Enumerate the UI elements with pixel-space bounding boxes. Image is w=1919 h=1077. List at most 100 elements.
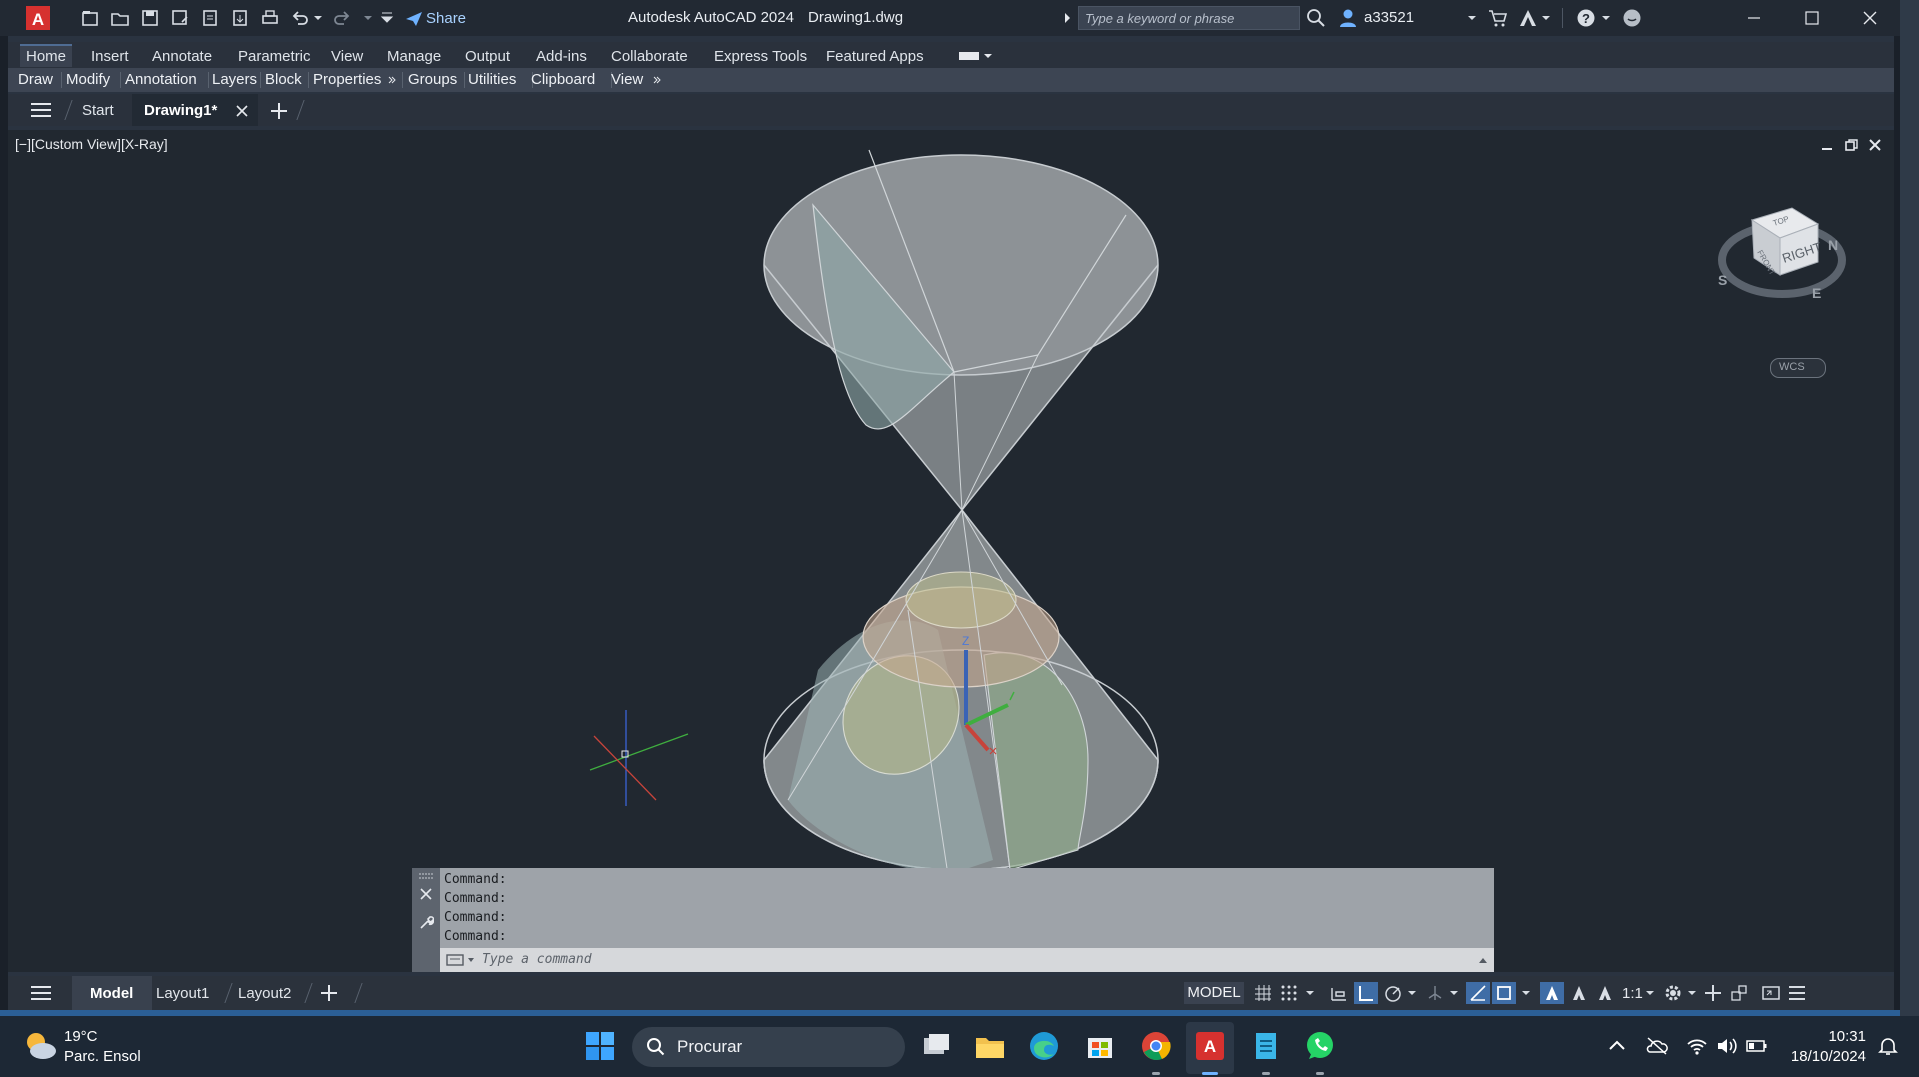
save-as-icon[interactable] (170, 8, 190, 28)
volume-icon[interactable] (1716, 1036, 1738, 1056)
undo-icon[interactable] (290, 8, 310, 28)
start-tab[interactable]: Start (82, 102, 114, 119)
user-icon[interactable] (1338, 8, 1358, 28)
autocad-app-menu-button[interactable]: A (24, 4, 54, 32)
notifications-bell-icon[interactable] (1878, 1036, 1898, 1056)
account-dropdown-icon[interactable] (1540, 8, 1552, 28)
polar-tracking-icon[interactable] (1384, 984, 1402, 1002)
wifi-icon[interactable] (1686, 1036, 1708, 1056)
panel-annotation[interactable]: Annotation (125, 71, 197, 88)
plot-icon[interactable] (260, 8, 280, 28)
minimize-window-icon[interactable] (1744, 8, 1764, 28)
taskbar-clock-time[interactable]: 10:31 (1810, 1028, 1866, 1045)
save-icon[interactable] (140, 8, 160, 28)
close-command-line-icon[interactable] (420, 888, 432, 900)
chrome-icon[interactable] (1140, 1030, 1172, 1062)
open-folder-icon[interactable] (110, 8, 130, 28)
panel-view[interactable]: View (611, 71, 643, 88)
tab-featured-apps[interactable]: Featured Apps (820, 46, 930, 67)
workspace-gear-icon[interactable] (1664, 984, 1682, 1002)
command-history-toggle-icon[interactable] (1478, 956, 1488, 964)
workspace-dropdown-icon[interactable] (1686, 984, 1698, 1002)
tab-manage[interactable]: Manage (381, 46, 447, 67)
panel-utilities[interactable]: Utilities (468, 71, 516, 88)
customize-wrench-icon[interactable] (418, 914, 434, 930)
windows-start-icon[interactable] (584, 1030, 616, 1062)
layout1-tab[interactable]: Layout1 (156, 985, 209, 1002)
panel-draw[interactable]: Draw (18, 71, 53, 88)
undo-dropdown-icon[interactable] (312, 8, 324, 28)
show-hidden-icons-chevron-icon[interactable] (1608, 1038, 1626, 1052)
tab-view[interactable]: View (325, 46, 369, 67)
viewport-close-icon[interactable] (1868, 138, 1882, 152)
grid-display-icon[interactable] (1254, 984, 1272, 1002)
tab-add-ins[interactable]: Add-ins (530, 46, 593, 67)
annotation-scale-value[interactable]: 1:1 (1622, 985, 1643, 1002)
panel-layers[interactable]: Layers (212, 71, 257, 88)
recent-commands-icon[interactable] (446, 953, 476, 967)
expand-search-icon[interactable] (1062, 8, 1072, 28)
tab-annotate[interactable]: Annotate (146, 46, 218, 67)
isodraft-icon[interactable] (1426, 984, 1444, 1002)
panel-expand-icon[interactable] (388, 76, 396, 86)
viewcube[interactable]: TOP FRONT RIGHT N S E (1714, 180, 1850, 330)
feedback-icon[interactable] (1622, 8, 1642, 28)
whatsapp-icon[interactable] (1304, 1030, 1336, 1062)
new-tab-plus-icon[interactable] (270, 102, 288, 120)
help-dropdown-icon[interactable] (1600, 8, 1612, 28)
viewport-restore-icon[interactable] (1844, 138, 1858, 152)
command-input[interactable]: Type a command (440, 948, 1494, 972)
layout2-tab[interactable]: Layout2 (238, 985, 291, 1002)
object-snap-tracking-toggle[interactable] (1466, 982, 1490, 1004)
double-cone-model[interactable]: Z (748, 140, 1168, 880)
autodesk-store-icon[interactable] (1488, 8, 1508, 28)
customize-status-bar-icon[interactable] (1788, 984, 1806, 1002)
user-dropdown-icon[interactable] (1466, 8, 1478, 28)
customize-quick-access-icon[interactable] (380, 8, 394, 28)
viewport-controls-label[interactable]: [−][Custom View][X-Ray] (15, 136, 168, 152)
layout-menu-icon[interactable] (30, 985, 52, 1001)
command-line-handle[interactable] (412, 868, 440, 972)
infer-constraints-icon[interactable] (1330, 984, 1348, 1002)
onedrive-offline-icon[interactable] (1646, 1036, 1668, 1056)
panel-modify[interactable]: Modify (66, 71, 110, 88)
close-window-icon[interactable] (1860, 8, 1880, 28)
taskbar-clock-date[interactable]: 18/10/2024 (1782, 1048, 1866, 1065)
object-snap-dropdown-icon[interactable] (1520, 984, 1532, 1002)
isodraft-dropdown-icon[interactable] (1448, 984, 1460, 1002)
scale-dropdown-icon[interactable] (1644, 984, 1656, 1002)
notepad-icon[interactable] (1250, 1030, 1282, 1062)
model-tab[interactable]: Model (72, 976, 152, 1010)
tab-insert[interactable]: Insert (85, 46, 135, 67)
panel-groups[interactable]: Groups (408, 71, 457, 88)
object-snap-toggle[interactable] (1492, 982, 1516, 1004)
polar-dropdown-icon[interactable] (1406, 984, 1418, 1002)
autocad-taskbar-icon[interactable]: A (1194, 1030, 1226, 1062)
hamburger-menu-icon[interactable] (30, 102, 52, 118)
ortho-toggle[interactable] (1354, 982, 1378, 1004)
save-web-icon[interactable] (230, 8, 250, 28)
redo-dropdown-icon[interactable] (362, 8, 374, 28)
close-tab-icon[interactable] (236, 105, 248, 117)
clean-screen-icon[interactable] (1762, 984, 1780, 1002)
file-explorer-icon[interactable] (974, 1030, 1006, 1062)
weather-widget[interactable]: 19°C Parc. Ensol (18, 1022, 148, 1072)
help-icon[interactable]: ? (1576, 8, 1596, 28)
wcs-menu-button[interactable]: WCS (1770, 358, 1826, 378)
new-file-icon[interactable] (80, 8, 100, 28)
drawing1-tab[interactable]: Drawing1* (132, 94, 258, 126)
model-space-toggle[interactable]: MODEL (1184, 982, 1244, 1004)
search-icon[interactable] (1306, 8, 1326, 28)
auto-scale-icon[interactable] (1570, 984, 1588, 1002)
tab-express-tools[interactable]: Express Tools (708, 46, 813, 67)
battery-icon[interactable] (1746, 1038, 1768, 1054)
user-name[interactable]: a33521 (1364, 9, 1414, 26)
snap-mode-icon[interactable] (1280, 984, 1298, 1002)
panel-properties[interactable]: Properties (313, 71, 381, 88)
open-web-icon[interactable] (200, 8, 220, 28)
drawing-viewport[interactable]: [−][Custom View][X-Ray] Z TOP FRONT RIGH… (8, 130, 1894, 972)
taskbar-search[interactable]: Procurar (632, 1027, 905, 1067)
help-search-input[interactable]: Type a keyword or phrase (1078, 6, 1300, 30)
panel-block[interactable]: Block (265, 71, 302, 88)
maximize-window-icon[interactable] (1802, 8, 1822, 28)
